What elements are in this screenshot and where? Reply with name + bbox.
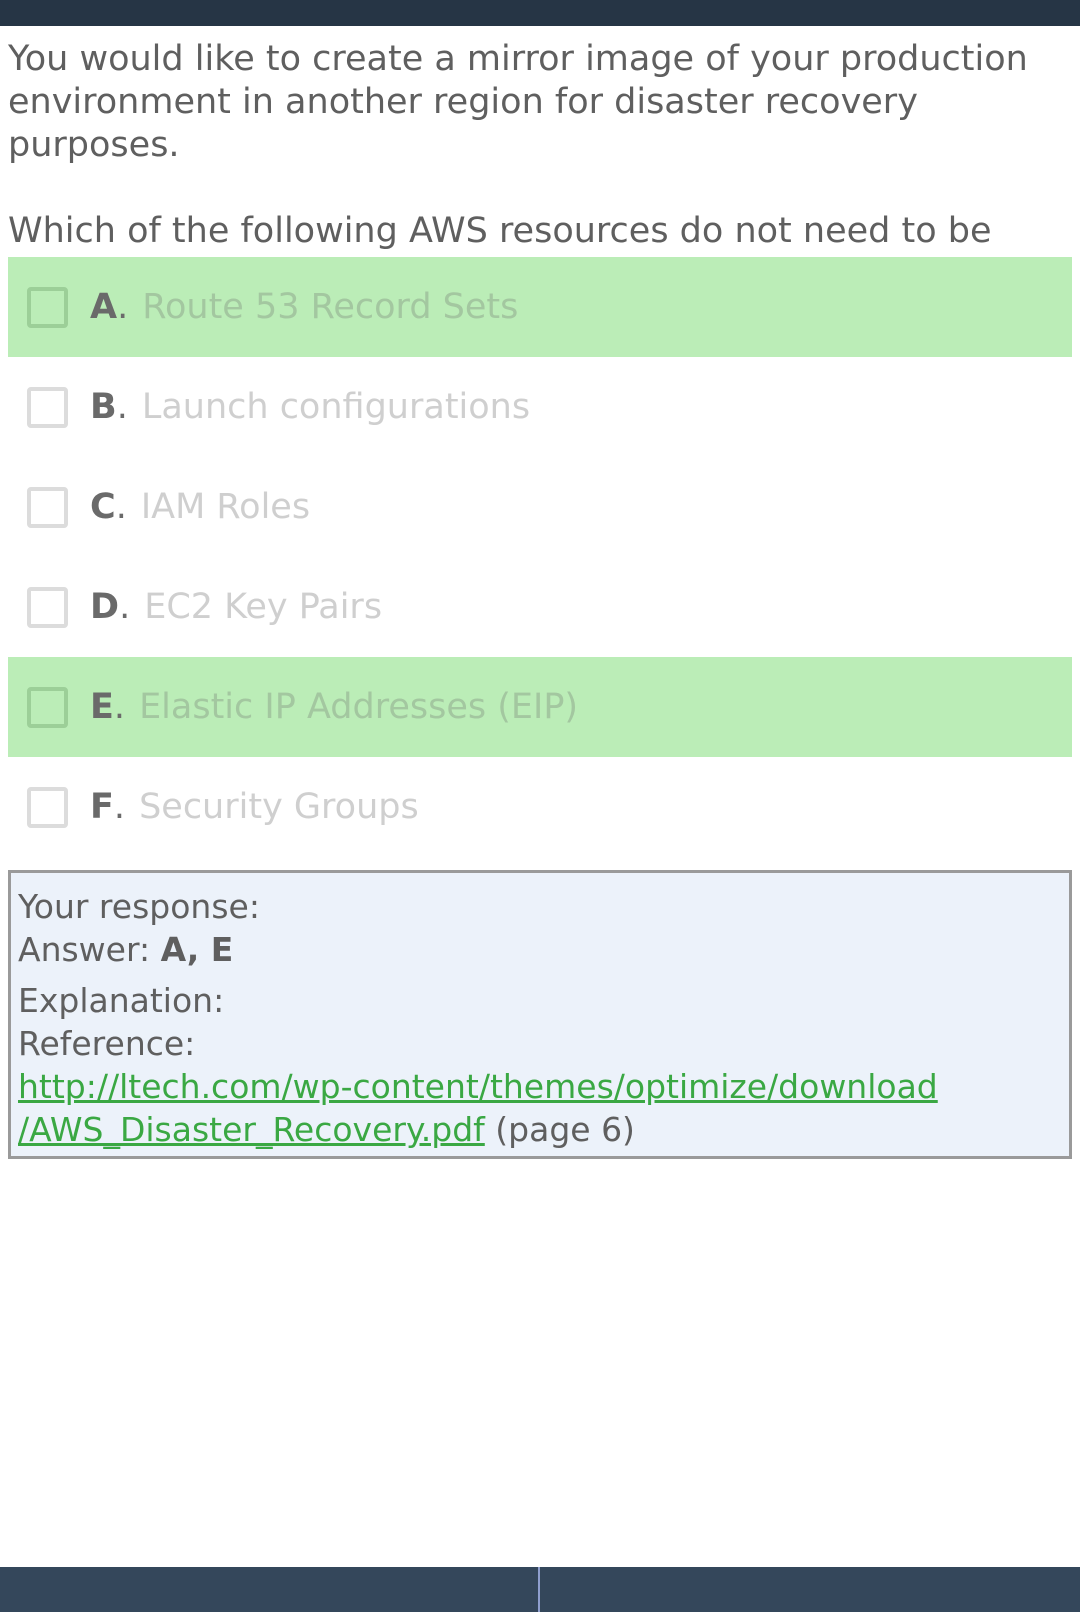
option-letter-dot: . — [117, 287, 129, 327]
response-heading: Your response: — [18, 887, 260, 926]
option-letter-dot: . — [115, 487, 127, 527]
option-letter-dot: . — [116, 387, 128, 427]
option-letter: D — [90, 587, 120, 627]
reference-link-line-2: /AWS_Disaster_Recovery.pdf (page 6) — [18, 1108, 1062, 1151]
option-letter-dot: . — [113, 687, 126, 727]
reference-link[interactable]: http://ltech.com/wp-content/themes/optim… — [18, 1067, 938, 1106]
reference-link-continued[interactable]: /AWS_Disaster_Recovery.pdf — [18, 1110, 485, 1149]
option-a[interactable]: A. Route 53 Record Sets — [8, 257, 1072, 357]
option-label: Launch configurations — [141, 387, 531, 427]
option-label: EC2 Key Pairs — [144, 587, 383, 627]
page-note: (page 6) — [495, 1110, 635, 1149]
option-letter: E — [90, 687, 114, 727]
reference-link-line-1: http://ltech.com/wp-content/themes/optim… — [18, 1065, 1062, 1108]
option-d[interactable]: D. EC2 Key Pairs — [8, 557, 1072, 657]
option-c[interactable]: C. IAM Roles — [8, 457, 1072, 557]
option-e[interactable]: E. Elastic IP Addresses (EIP) — [8, 657, 1072, 757]
question-paragraph-1: You would like to create a mirror image … — [8, 39, 1028, 165]
answer-options: A. Route 53 Record Sets B. Launch config… — [8, 257, 1072, 857]
checkbox-icon[interactable] — [27, 286, 68, 328]
option-f[interactable]: F. Security Groups — [8, 757, 1072, 857]
option-label: Route 53 Record Sets — [142, 287, 519, 327]
checkbox-icon[interactable] — [27, 386, 68, 428]
response-box: Your response: Answer: A, E Explanation:… — [8, 870, 1072, 1159]
top-bar — [0, 0, 1080, 26]
answer-value: A, E — [160, 930, 234, 969]
checkbox-icon[interactable] — [27, 686, 68, 728]
option-b[interactable]: B. Launch configurations — [8, 357, 1072, 457]
option-label: Security Groups — [139, 787, 419, 827]
checkbox-icon[interactable] — [27, 486, 68, 528]
explanation-label: Explanation: — [18, 981, 225, 1020]
bottom-bar-divider — [538, 1567, 540, 1612]
checkbox-icon[interactable] — [27, 786, 68, 828]
reference-label: Reference: — [18, 1024, 196, 1063]
answer-label: Answer: — [18, 930, 151, 969]
option-letter: B — [90, 387, 117, 427]
checkbox-icon[interactable] — [27, 586, 68, 628]
option-label: IAM Roles — [140, 487, 311, 527]
option-letter-dot: . — [113, 787, 126, 827]
option-letter: C — [90, 487, 116, 527]
option-letter-dot: . — [119, 587, 131, 627]
answer-line: Answer: A, E — [18, 928, 1062, 971]
option-label: Elastic IP Addresses (EIP) — [139, 687, 579, 727]
bottom-bar — [0, 1567, 1080, 1612]
option-letter: A — [90, 287, 118, 327]
option-letter: F — [90, 787, 114, 827]
